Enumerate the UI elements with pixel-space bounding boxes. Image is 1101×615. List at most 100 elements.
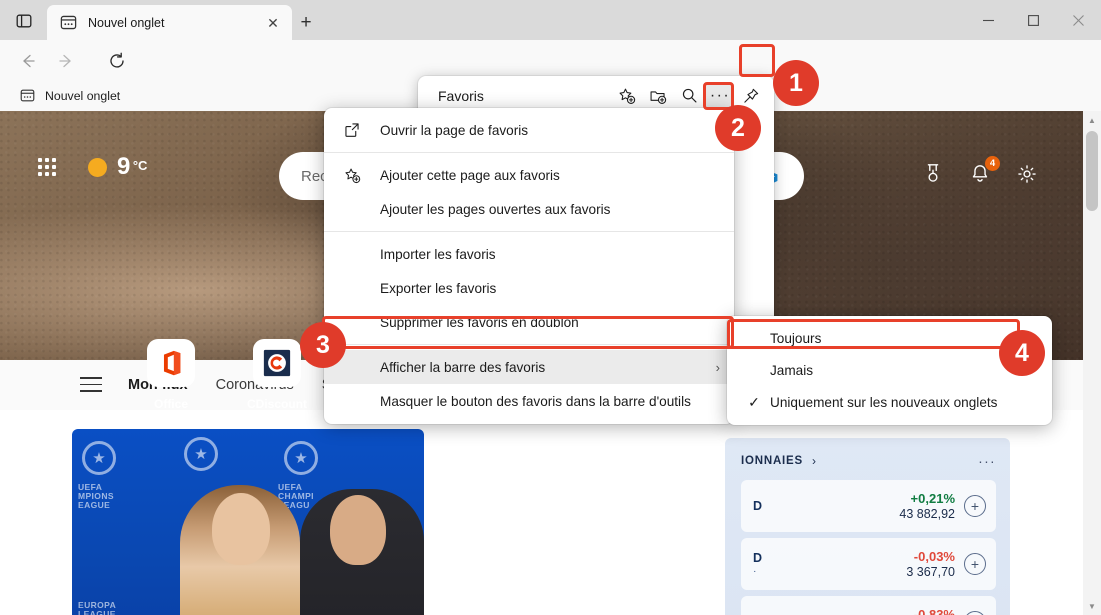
refresh-icon <box>110 52 124 68</box>
notification-count-badge: 4 <box>985 156 1000 171</box>
favorites-bar-item-label: Nouvel onglet <box>45 88 121 103</box>
europa-league-trophy-icon <box>184 437 218 471</box>
add-to-watchlist-button[interactable]: + <box>964 495 986 517</box>
menu-item-label: Masquer le bouton des favoris dans la ba… <box>380 393 691 409</box>
favorites-more-options-button[interactable]: ··· <box>706 82 734 109</box>
menu-item-label: Ajouter les pages ouvertes aux favoris <box>380 201 611 217</box>
page-scrollbar[interactable]: ▲ ▼ <box>1083 111 1101 615</box>
menu-item-label: Supprimer les favoris en doublon <box>380 314 579 330</box>
add-to-watchlist-button[interactable]: + <box>964 553 986 575</box>
arrow-right-icon <box>59 54 71 68</box>
annotation-badge-1: 1 <box>773 60 819 106</box>
menu-divider <box>324 152 734 153</box>
news-card[interactable]: UEFAMPIONSEAGUE UEFACHAMPILEAGU EUROPALE… <box>72 429 424 615</box>
submenu-item-label: Toujours <box>770 330 822 346</box>
market-price: 3 367,70 <box>906 565 955 579</box>
new-tab-button[interactable]: + <box>293 9 319 35</box>
weather-temperature: 9 <box>117 153 130 180</box>
menu-item-export-favorites[interactable]: Exporter les favoris <box>324 271 734 305</box>
annotation-badge-4: 4 <box>999 330 1045 376</box>
back-button[interactable] <box>14 48 42 74</box>
champions-league-logo-icon <box>82 441 116 475</box>
europa-league-wordmark: EUROPA LEAGUE <box>78 600 117 615</box>
close-window-button[interactable] <box>1056 0 1101 40</box>
open-in-new-window-icon <box>340 122 364 138</box>
notifications-bell-icon[interactable]: 4 <box>969 156 1000 185</box>
maximize-icon <box>1028 14 1039 26</box>
tab-actions-button[interactable] <box>10 8 38 34</box>
new-tab-page-icon <box>20 89 35 102</box>
chevron-right-icon: › <box>715 359 720 375</box>
cdiscount-icon <box>253 339 301 387</box>
add-favorite-icon[interactable] <box>613 83 641 109</box>
sun-icon <box>88 157 107 177</box>
title-bar: Nouvel onglet ✕ + <box>0 0 1101 40</box>
browser-tab[interactable]: Nouvel onglet ✕ <box>47 5 292 40</box>
menu-item-show-favorites-bar[interactable]: Afficher la barre des favoris › <box>324 350 734 384</box>
market-price: 43 882,92 <box>899 507 955 521</box>
market-row[interactable]: D -0,83% 0,79 + <box>741 596 996 615</box>
hero-top-left-cluster: 9 °C <box>38 153 147 181</box>
navigation-toolbar: Rechercher ou entrer une adresse web Pas… <box>0 40 1101 116</box>
app-grid-icon[interactable] <box>38 158 56 176</box>
reload-button[interactable] <box>103 48 131 74</box>
menu-item-label: Importer les favoris <box>380 246 496 262</box>
market-symbol: D <box>753 499 763 513</box>
arrow-left-icon <box>23 54 35 68</box>
menu-item-add-this-page[interactable]: Ajouter cette page aux favoris <box>324 158 734 192</box>
quick-link-office[interactable]: Office <box>118 339 224 411</box>
close-icon <box>1073 14 1084 26</box>
scrollbar-thumb[interactable] <box>1086 131 1098 211</box>
market-row[interactable]: D · -0,03% 3 367,70 + <box>741 538 996 590</box>
menu-item-label: Ouvrir la page de favoris <box>380 122 529 138</box>
annotation-badge-3: 3 <box>300 322 346 368</box>
browser-window: Nouvel onglet ✕ + Nouvel onglet 9 °C 4 O… <box>0 0 1101 615</box>
menu-divider <box>324 344 734 345</box>
submenu-item-label: Jamais <box>770 362 814 378</box>
add-to-watchlist-button[interactable]: + <box>964 611 986 615</box>
quick-link-label: Office <box>153 397 188 411</box>
add-folder-icon[interactable] <box>644 83 672 109</box>
scroll-up-arrow-icon[interactable]: ▲ <box>1083 111 1101 129</box>
market-more-options-button[interactable]: ··· <box>978 453 996 469</box>
window-controls <box>966 0 1101 40</box>
market-panel: IONNAIES › ··· D +0,21% 43 882,92 + D · <box>725 438 1010 615</box>
market-change: -0,03% <box>913 549 955 564</box>
menu-item-import-favorites[interactable]: Importer les favoris <box>324 237 734 271</box>
favorites-options-context-menu: Ouvrir la page de favoris Ajouter cette … <box>324 108 734 424</box>
office-icon <box>147 339 195 387</box>
chevron-right-icon[interactable]: › <box>812 454 816 468</box>
photo-person-right-head <box>330 495 386 565</box>
menu-item-remove-duplicates[interactable]: Supprimer les favoris en doublon <box>324 305 734 339</box>
maximize-button[interactable] <box>1011 0 1056 40</box>
market-symbol: D <box>753 551 763 565</box>
tab-list-icon <box>16 14 32 28</box>
menu-divider <box>324 231 734 232</box>
close-tab-button[interactable]: ✕ <box>262 12 284 34</box>
market-row[interactable]: D +0,21% 43 882,92 + <box>741 480 996 532</box>
menu-item-label: Afficher la barre des favoris <box>380 359 546 375</box>
champions-league-logo-icon <box>284 441 318 475</box>
annotation-badge-2: 2 <box>715 105 761 151</box>
minimize-button[interactable] <box>966 0 1011 40</box>
add-favorite-star-icon <box>340 167 364 184</box>
rewards-icon[interactable] <box>922 163 944 185</box>
market-change: +0,21% <box>910 491 955 506</box>
menu-item-add-open-pages[interactable]: Ajouter les pages ouvertes aux favoris <box>324 192 734 226</box>
settings-gear-icon[interactable] <box>1016 163 1038 185</box>
forward-button[interactable] <box>52 48 80 74</box>
ntp-hero-icons: 4 <box>922 156 1038 185</box>
menu-item-open-favorites-page[interactable]: Ouvrir la page de favoris <box>324 113 734 147</box>
show-favorites-bar-submenu: Toujours Jamais ✓ Uniquement sur les nou… <box>727 316 1052 425</box>
market-panel-header: IONNAIES › ··· <box>741 448 996 474</box>
menu-item-hide-favorites-button[interactable]: Masquer le bouton des favoris dans la ba… <box>324 384 734 418</box>
menu-item-label: Ajouter cette page aux favoris <box>380 167 560 183</box>
quick-link-label: CDiscount <box>247 397 307 411</box>
champions-league-wordmark: UEFA MPIONS EAGUE <box>78 482 114 510</box>
submenu-item-only-new-tabs[interactable]: ✓ Uniquement sur les nouveaux onglets <box>727 386 1052 418</box>
minimize-icon <box>983 19 994 21</box>
search-icon[interactable] <box>675 83 703 109</box>
favorites-bar-item[interactable]: Nouvel onglet <box>14 85 126 106</box>
weather-unit: °C <box>132 158 148 173</box>
scroll-down-arrow-icon[interactable]: ▼ <box>1083 597 1101 615</box>
